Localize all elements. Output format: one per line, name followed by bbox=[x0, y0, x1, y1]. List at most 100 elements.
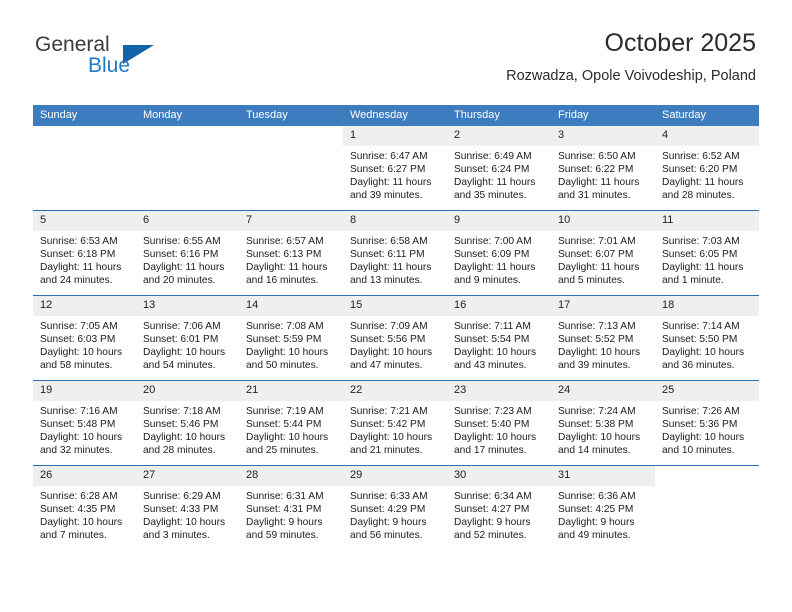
calendar-cell-day[interactable]: 25 Sunrise: 7:26 AM Sunset: 5:36 PM Dayligh… bbox=[655, 380, 759, 466]
calendar-cell-day[interactable]: 3 Sunrise: 6:50 AM Sunset: 6:22 PM Daylight… bbox=[551, 126, 655, 211]
day-number: 2 bbox=[447, 126, 551, 146]
day-number: 3 bbox=[551, 126, 655, 146]
daylight-duration-line1: Daylight: 11 hours bbox=[246, 262, 328, 274]
weekday-header-tuesday: Tuesday bbox=[239, 105, 343, 126]
sunrise-time: Sunrise: 6:29 AM bbox=[143, 491, 221, 502]
daylight-duration-line1: Daylight: 10 hours bbox=[143, 517, 226, 529]
sunrise-time: Sunrise: 6:53 AM bbox=[40, 236, 118, 247]
daylight-duration-line1: Daylight: 10 hours bbox=[350, 432, 433, 444]
calendar-cell-day[interactable]: 15 Sunrise: 7:09 AM Sunset: 5:56 PM Dayligh… bbox=[343, 295, 447, 381]
sunrise-time: Sunrise: 6:58 AM bbox=[350, 236, 428, 247]
day-details: Sunrise: 6:31 AM Sunset: 4:31 PM Daylight:… bbox=[239, 486, 343, 542]
daylight-duration-line1: Daylight: 11 hours bbox=[40, 262, 122, 274]
daylight-duration-line1: Daylight: 10 hours bbox=[143, 347, 226, 359]
daylight-duration-line2: and 58 minutes. bbox=[40, 360, 113, 372]
sunset-time: Sunset: 4:25 PM bbox=[558, 504, 634, 516]
day-details: Sunrise: 7:16 AM Sunset: 5:48 PM Daylight:… bbox=[33, 401, 136, 457]
daylight-duration-line1: Daylight: 10 hours bbox=[246, 347, 329, 359]
sunrise-time: Sunrise: 7:13 AM bbox=[558, 321, 636, 332]
calendar-cell-day[interactable]: 13 Sunrise: 7:06 AM Sunset: 6:01 PM Dayligh… bbox=[136, 295, 239, 381]
calendar-cell-empty bbox=[655, 465, 759, 550]
sunrise-time: Sunrise: 6:28 AM bbox=[40, 491, 118, 502]
brand-logo[interactable]: General Blue bbox=[35, 33, 235, 83]
sunset-time: Sunset: 5:52 PM bbox=[558, 334, 634, 346]
weekday-header-saturday: Saturday bbox=[655, 105, 759, 126]
sunset-time: Sunset: 6:11 PM bbox=[350, 249, 425, 261]
day-number: 31 bbox=[551, 466, 655, 486]
daylight-duration-line1: Daylight: 10 hours bbox=[143, 432, 226, 444]
day-number: 7 bbox=[239, 211, 343, 231]
calendar-cell-day[interactable]: 16 Sunrise: 7:11 AM Sunset: 5:54 PM Dayligh… bbox=[447, 295, 551, 381]
calendar-cell-day[interactable]: 14 Sunrise: 7:08 AM Sunset: 5:59 PM Dayligh… bbox=[239, 295, 343, 381]
calendar-cell-day[interactable]: 17 Sunrise: 7:13 AM Sunset: 5:52 PM Dayligh… bbox=[551, 295, 655, 381]
sunset-time: Sunset: 4:29 PM bbox=[350, 504, 426, 516]
sunrise-time: Sunrise: 6:33 AM bbox=[350, 491, 428, 502]
sunrise-time: Sunrise: 7:24 AM bbox=[558, 406, 636, 417]
day-number: 17 bbox=[551, 296, 655, 316]
day-details: Sunrise: 6:49 AM Sunset: 6:24 PM Daylight:… bbox=[447, 146, 551, 202]
calendar-cell-day[interactable]: 4 Sunrise: 6:52 AM Sunset: 6:20 PM Daylight… bbox=[655, 126, 759, 211]
calendar-cell-day[interactable]: 29 Sunrise: 6:33 AM Sunset: 4:29 PM Dayligh… bbox=[343, 465, 447, 550]
calendar-cell-day[interactable]: 22 Sunrise: 7:21 AM Sunset: 5:42 PM Dayligh… bbox=[343, 380, 447, 466]
day-details: Sunrise: 6:34 AM Sunset: 4:27 PM Daylight:… bbox=[447, 486, 551, 542]
calendar-cell-day[interactable]: 18 Sunrise: 7:14 AM Sunset: 5:50 PM Dayligh… bbox=[655, 295, 759, 381]
day-details: Sunrise: 6:28 AM Sunset: 4:35 PM Daylight:… bbox=[33, 486, 136, 542]
daylight-duration-line2: and 14 minutes. bbox=[558, 445, 631, 457]
sunset-time: Sunset: 4:33 PM bbox=[143, 504, 219, 516]
calendar-cell-day[interactable]: 12 Sunrise: 7:05 AM Sunset: 6:03 PM Dayligh… bbox=[33, 295, 136, 381]
sunrise-time: Sunrise: 6:52 AM bbox=[662, 151, 740, 162]
sunset-time: Sunset: 6:20 PM bbox=[662, 164, 738, 176]
calendar-cell-day[interactable]: 26 Sunrise: 6:28 AM Sunset: 4:35 PM Dayligh… bbox=[33, 465, 136, 550]
calendar-cell-day[interactable]: 7 Sunrise: 6:57 AM Sunset: 6:13 PM Daylight… bbox=[239, 210, 343, 296]
calendar-cell-day[interactable]: 2 Sunrise: 6:49 AM Sunset: 6:24 PM Daylight… bbox=[447, 126, 551, 211]
calendar-cell-day[interactable]: 24 Sunrise: 7:24 AM Sunset: 5:38 PM Dayligh… bbox=[551, 380, 655, 466]
calendar-cell-day[interactable]: 10 Sunrise: 7:01 AM Sunset: 6:07 PM Dayligh… bbox=[551, 210, 655, 296]
day-details: Sunrise: 7:01 AM Sunset: 6:07 PM Daylight:… bbox=[551, 231, 655, 287]
calendar-cell-day[interactable]: 21 Sunrise: 7:19 AM Sunset: 5:44 PM Dayligh… bbox=[239, 380, 343, 466]
daylight-duration-line2: and 28 minutes. bbox=[662, 190, 735, 202]
calendar-cell-day[interactable]: 11 Sunrise: 7:03 AM Sunset: 6:05 PM Dayligh… bbox=[655, 210, 759, 296]
daylight-duration-line2: and 50 minutes. bbox=[246, 360, 319, 372]
daylight-duration-line2: and 10 minutes. bbox=[662, 445, 735, 457]
calendar-cell-day[interactable]: 23 Sunrise: 7:23 AM Sunset: 5:40 PM Dayligh… bbox=[447, 380, 551, 466]
daylight-duration-line1: Daylight: 10 hours bbox=[454, 432, 537, 444]
daylight-duration-line2: and 32 minutes. bbox=[40, 445, 113, 457]
day-details: Sunrise: 7:08 AM Sunset: 5:59 PM Daylight:… bbox=[239, 316, 343, 372]
calendar-cell-day[interactable]: 31 Sunrise: 6:36 AM Sunset: 4:25 PM Dayligh… bbox=[551, 465, 655, 550]
calendar-cell-empty bbox=[136, 126, 239, 211]
daylight-duration-line2: and 13 minutes. bbox=[350, 275, 423, 287]
daylight-duration-line2: and 54 minutes. bbox=[143, 360, 216, 372]
calendar-cell-day[interactable]: 30 Sunrise: 6:34 AM Sunset: 4:27 PM Dayligh… bbox=[447, 465, 551, 550]
day-details: Sunrise: 6:29 AM Sunset: 4:33 PM Daylight:… bbox=[136, 486, 239, 542]
daylight-duration-line1: Daylight: 11 hours bbox=[454, 177, 536, 189]
sunrise-time: Sunrise: 7:00 AM bbox=[454, 236, 532, 247]
sunrise-time: Sunrise: 6:49 AM bbox=[454, 151, 532, 162]
day-details: Sunrise: 6:33 AM Sunset: 4:29 PM Daylight:… bbox=[343, 486, 447, 542]
calendar-cell-day[interactable]: 20 Sunrise: 7:18 AM Sunset: 5:46 PM Dayligh… bbox=[136, 380, 239, 466]
day-details: Sunrise: 6:57 AM Sunset: 6:13 PM Daylight:… bbox=[239, 231, 343, 287]
sunset-time: Sunset: 5:48 PM bbox=[40, 419, 116, 431]
sunset-time: Sunset: 5:40 PM bbox=[454, 419, 530, 431]
daylight-duration-line1: Daylight: 10 hours bbox=[454, 347, 537, 359]
daylight-duration-line2: and 31 minutes. bbox=[558, 190, 631, 202]
calendar-cell-day[interactable]: 28 Sunrise: 6:31 AM Sunset: 4:31 PM Dayligh… bbox=[239, 465, 343, 550]
sunrise-time: Sunrise: 6:50 AM bbox=[558, 151, 636, 162]
calendar-cell-empty bbox=[239, 126, 343, 211]
day-details: Sunrise: 6:47 AM Sunset: 6:27 PM Daylight:… bbox=[343, 146, 447, 202]
calendar-cell-day[interactable]: 5 Sunrise: 6:53 AM Sunset: 6:18 PM Daylight… bbox=[33, 210, 136, 296]
day-number: 14 bbox=[239, 296, 343, 316]
calendar-cell-day[interactable]: 9 Sunrise: 7:00 AM Sunset: 6:09 PM Daylight… bbox=[447, 210, 551, 296]
sunrise-time: Sunrise: 7:08 AM bbox=[246, 321, 324, 332]
calendar-cell-day[interactable]: 27 Sunrise: 6:29 AM Sunset: 4:33 PM Dayligh… bbox=[136, 465, 239, 550]
day-number: 6 bbox=[136, 211, 239, 231]
day-number: 16 bbox=[447, 296, 551, 316]
daylight-duration-line2: and 43 minutes. bbox=[454, 360, 527, 372]
page-header: General Blue October 2025 Rozwadza, Opol… bbox=[0, 0, 792, 104]
calendar-cell-day[interactable]: 19 Sunrise: 7:16 AM Sunset: 5:48 PM Dayligh… bbox=[33, 380, 136, 466]
calendar-cell-day[interactable]: 8 Sunrise: 6:58 AM Sunset: 6:11 PM Daylight… bbox=[343, 210, 447, 296]
daylight-duration-line2: and 21 minutes. bbox=[350, 445, 423, 457]
calendar-cell-day[interactable]: 6 Sunrise: 6:55 AM Sunset: 6:16 PM Daylight… bbox=[136, 210, 239, 296]
calendar-cell-day[interactable]: 1 Sunrise: 6:47 AM Sunset: 6:27 PM Daylight… bbox=[343, 126, 447, 211]
weekday-header-monday: Monday bbox=[136, 105, 239, 126]
daylight-duration-line2: and 56 minutes. bbox=[350, 530, 423, 542]
